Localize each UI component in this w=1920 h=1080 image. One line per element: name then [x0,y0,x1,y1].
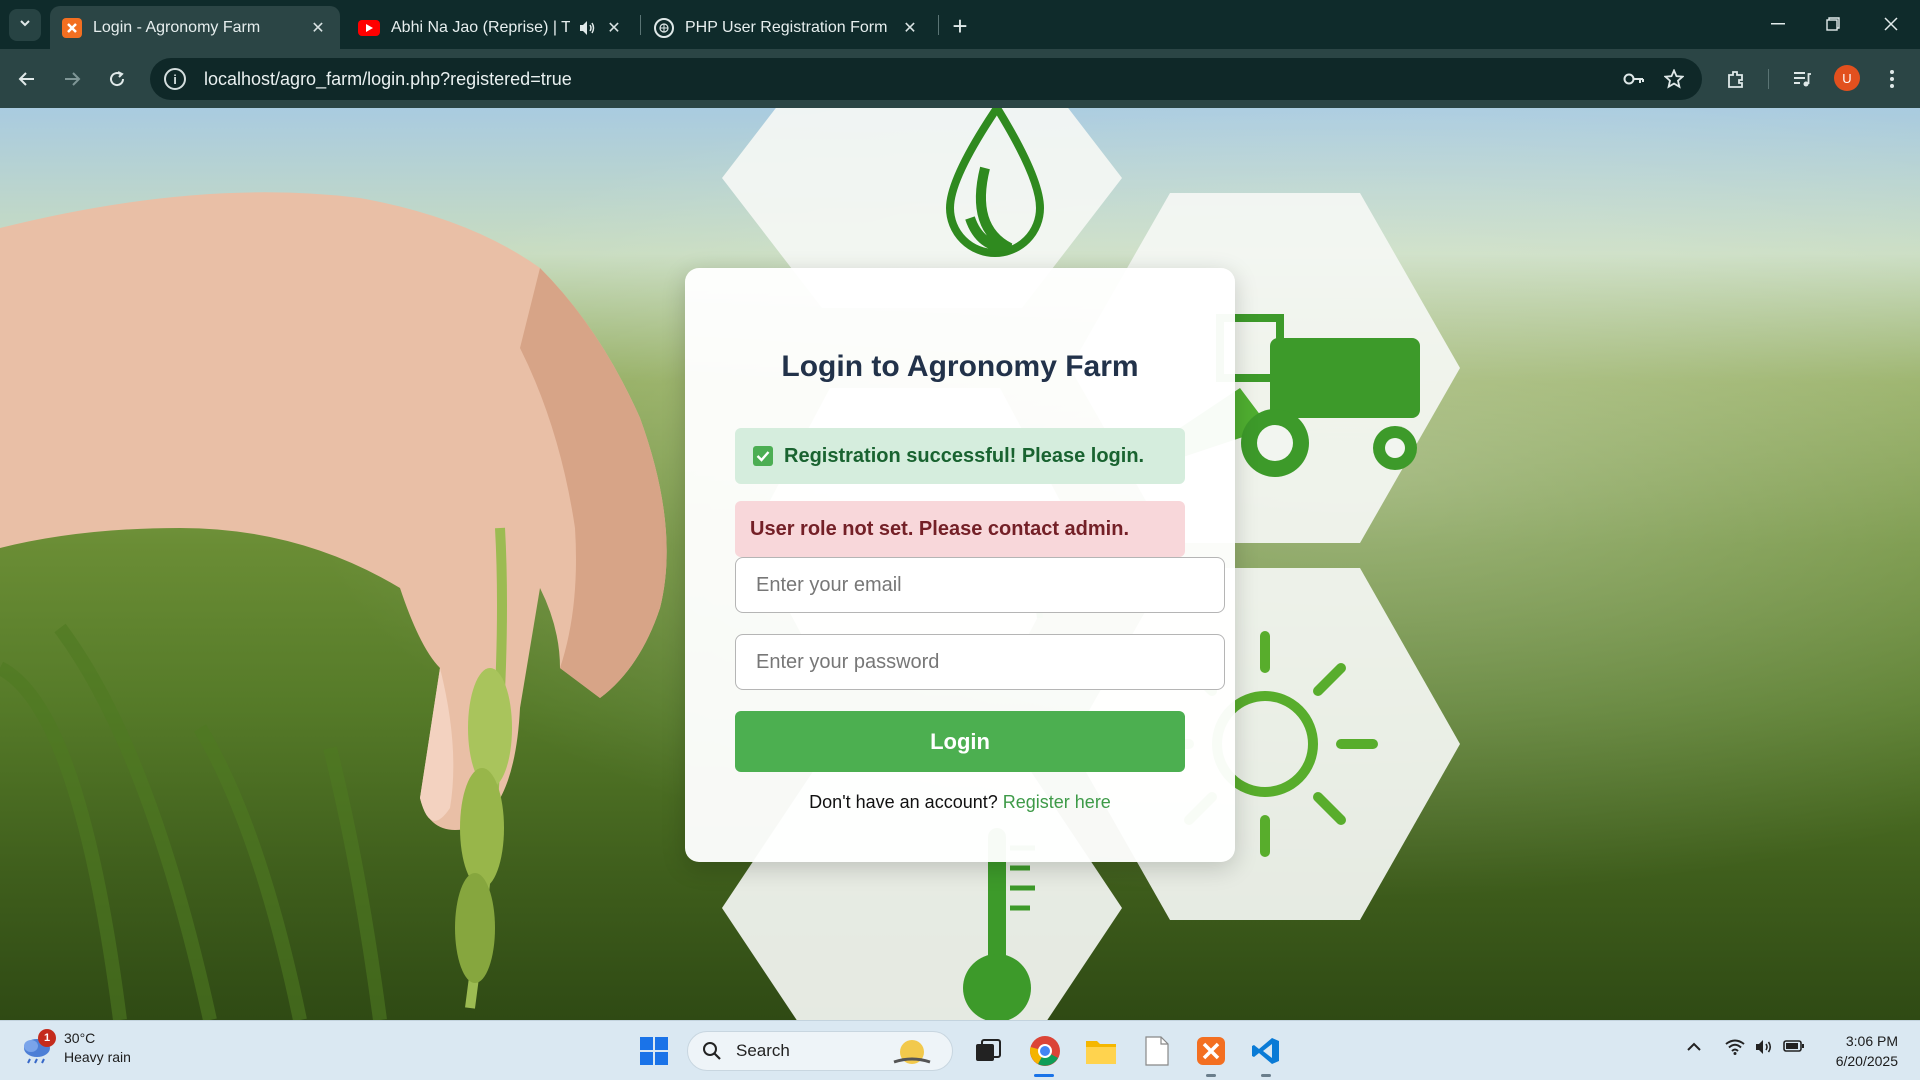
chrome-icon[interactable] [1025,1031,1065,1071]
clock-time: 3:06 PM [1845,1033,1898,1049]
taskbar-search[interactable]: Search [687,1031,953,1071]
speaker-icon[interactable] [578,20,596,36]
register-row: Don't have an account? Register here [685,792,1235,813]
task-view-icon[interactable] [968,1031,1008,1071]
reload-button[interactable] [101,63,133,95]
xampp-running-indicator [1206,1074,1216,1077]
tab-search-button[interactable] [9,9,41,41]
media-controls-icon[interactable] [1786,63,1818,95]
tab-title: PHP User Registration Form [685,18,888,36]
address-bar[interactable]: i localhost/agro_farm/login.php?register… [150,58,1702,100]
xampp-icon [62,17,82,38]
search-highlight-icon [890,1036,934,1073]
forward-button[interactable] [56,63,88,95]
weather-badge: 1 [38,1029,56,1047]
bookmark-star-icon[interactable] [1662,67,1686,91]
windows-icon [640,1037,668,1065]
tab-title: Login - Agronomy Farm [93,18,261,36]
login-card: Login to Agronomy Farm Registration succ… [685,268,1235,862]
tab-login-agronomy-farm[interactable]: Login - Agronomy Farm ✕ [50,6,340,49]
page-viewport: Login to Agronomy Farm Registration succ… [0,108,1920,1020]
success-alert: Registration successful! Please login. [735,428,1185,484]
battery-icon[interactable] [1783,1039,1805,1058]
file-explorer-icon[interactable] [1081,1031,1121,1071]
hand-wheat-illustration [0,192,667,1020]
profile-avatar[interactable]: U [1834,65,1860,91]
weather-widget[interactable]: 1 30°C Heavy rain [20,1029,131,1067]
search-icon [702,1041,722,1061]
password-key-icon[interactable] [1622,67,1646,91]
tab-youtube[interactable]: Abhi Na Jao (Reprise) | Twin ✕ [346,6,636,49]
success-message: Registration successful! Please login. [784,444,1145,467]
chevron-down-icon [18,16,32,35]
chrome-running-indicator [1034,1074,1054,1077]
youtube-icon [358,19,380,36]
restore-button[interactable] [1813,10,1853,38]
close-window-button[interactable] [1871,10,1911,38]
minimize-button[interactable] [1758,10,1798,38]
login-button[interactable]: Login [735,711,1185,772]
checkmark-icon [753,446,773,466]
password-field[interactable] [735,634,1225,690]
notepad-icon[interactable] [1137,1031,1177,1071]
tab-php-registration[interactable]: PHP User Registration Form ✕ [642,6,932,49]
error-message: User role not set. Please contact admin. [750,517,1130,540]
tab-title: Abhi Na Jao (Reprise) | Twin [391,18,570,36]
start-button[interactable] [634,1031,674,1071]
taskbar: 1 30°C Heavy rain Search 3:06 PM 6/20/20… [0,1020,1920,1080]
globe-icon [654,17,674,38]
close-icon[interactable]: ✕ [900,18,920,38]
register-prompt: Don't have an account? [809,792,998,812]
url-text: localhost/agro_farm/login.php?registered… [204,68,572,89]
error-alert: User role not set. Please contact admin. [735,501,1185,557]
toolbar-separator [1768,69,1769,89]
close-icon[interactable]: ✕ [604,18,624,38]
extensions-icon[interactable] [1720,63,1752,95]
system-clock[interactable]: 3:06 PM 6/20/2025 [1818,1031,1898,1071]
weather-temp: 30°C [64,1030,96,1046]
register-link[interactable]: Register here [1003,792,1111,812]
site-info-icon[interactable]: i [164,68,186,90]
show-hidden-icons[interactable] [1687,1039,1701,1057]
tab-separator [640,15,641,35]
volume-icon[interactable] [1754,1039,1774,1060]
new-tab-button[interactable]: + [946,11,974,41]
email-field[interactable] [735,557,1225,613]
search-label: Search [736,1041,790,1060]
weather-desc: Heavy rain [64,1049,131,1065]
tab-separator [938,15,939,35]
clock-date: 6/20/2025 [1835,1053,1898,1069]
close-icon[interactable]: ✕ [308,18,328,38]
vscode-icon[interactable] [1246,1031,1286,1071]
login-heading: Login to Agronomy Farm [781,350,1139,383]
browser-toolbar: i localhost/agro_farm/login.php?register… [0,49,1920,108]
vscode-running-indicator [1261,1074,1271,1077]
rain-cloud-icon: 1 [20,1029,56,1065]
tab-bar: Login - Agronomy Farm ✕ Abhi Na Jao (Rep… [0,0,1920,49]
wifi-icon[interactable] [1725,1039,1745,1060]
xampp-taskbar-icon[interactable] [1191,1031,1231,1071]
back-button[interactable] [11,63,43,95]
more-menu-icon[interactable] [1876,63,1908,95]
